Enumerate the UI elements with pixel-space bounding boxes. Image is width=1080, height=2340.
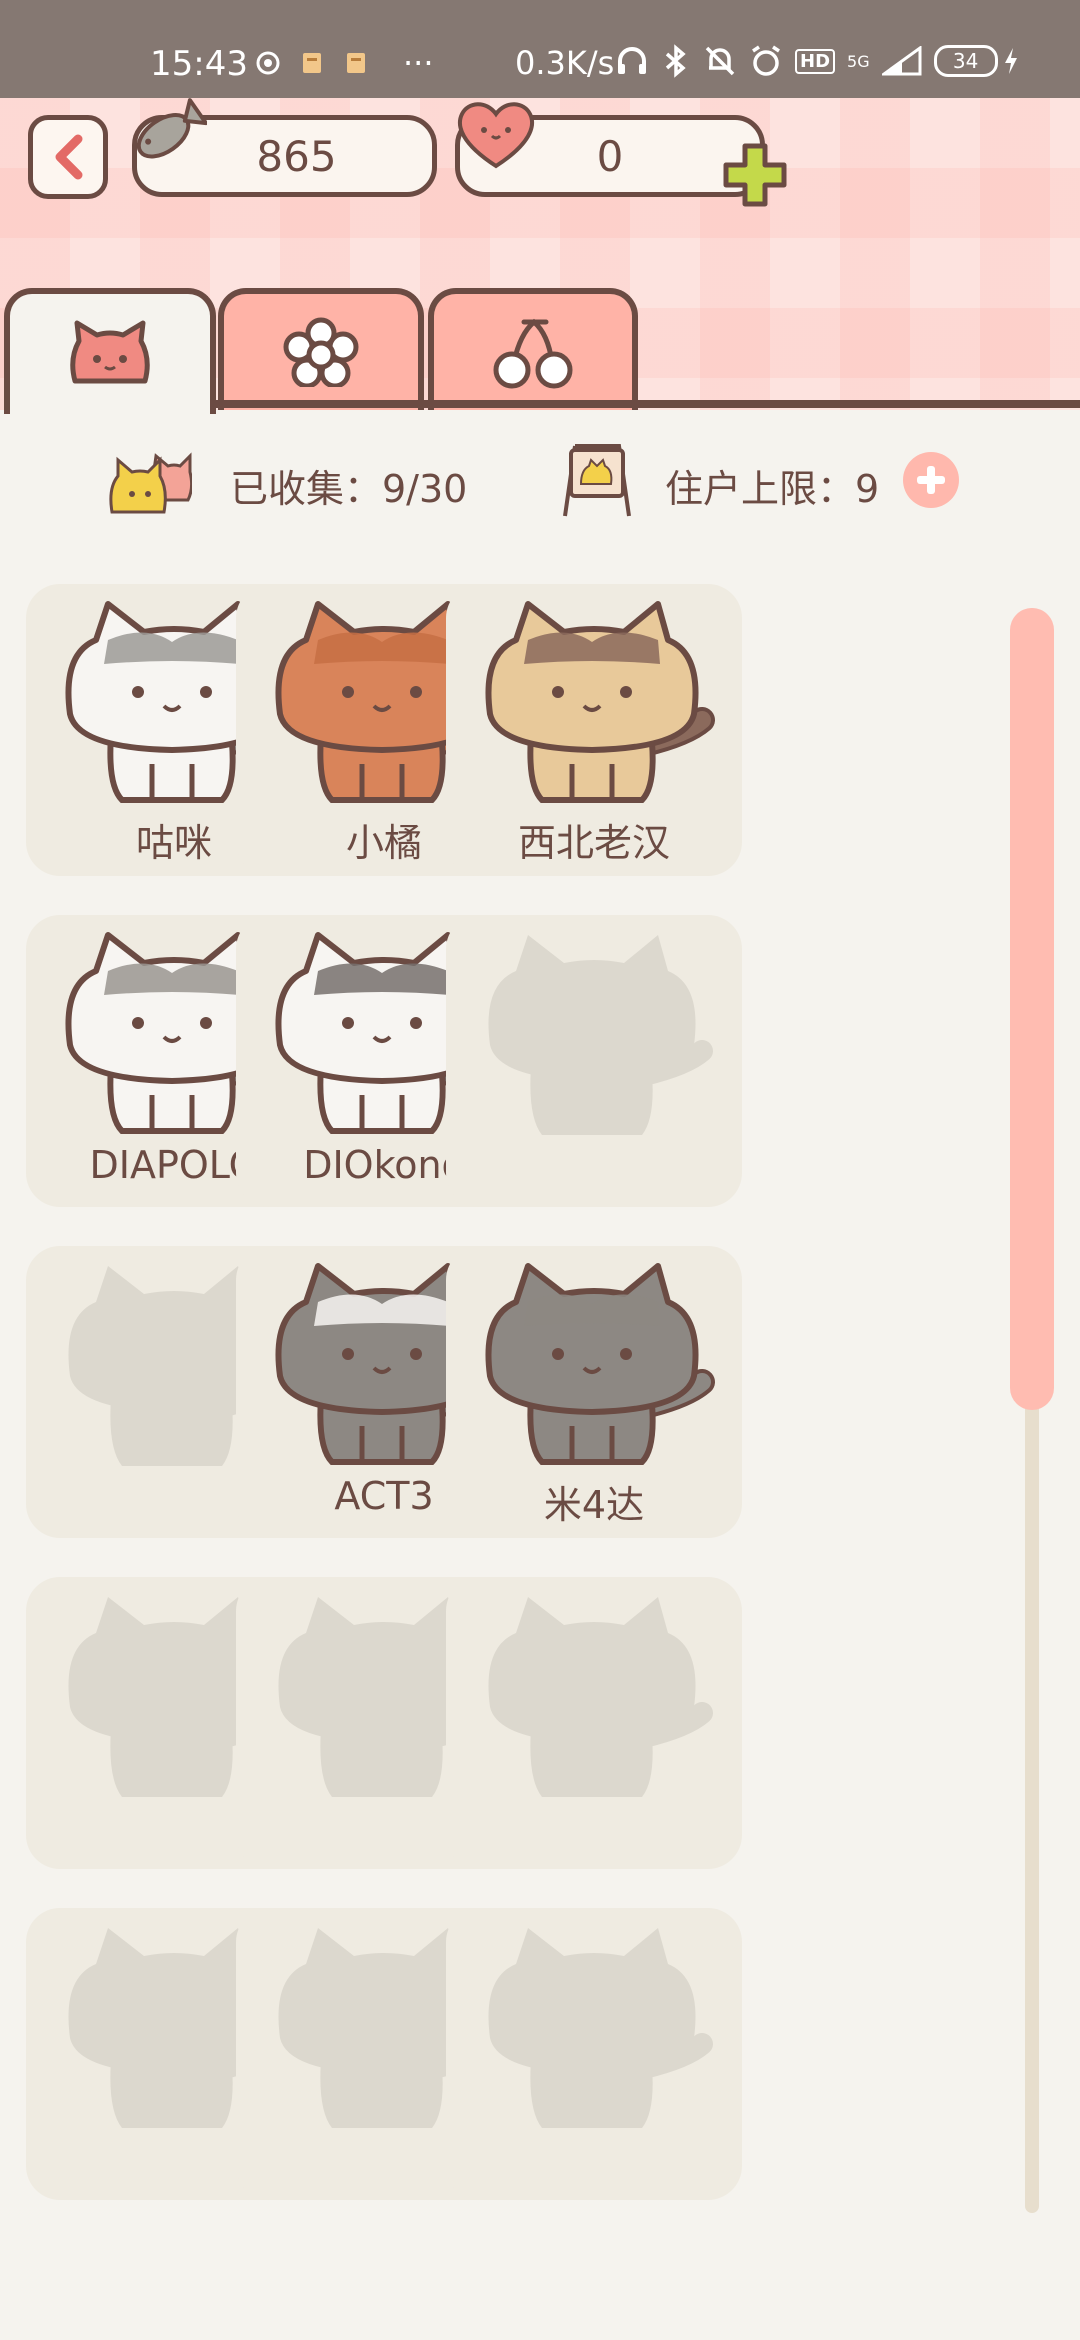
- heart-icon: [457, 102, 535, 169]
- cat-face-icon: [70, 320, 150, 384]
- cat-icon: [485, 1263, 715, 1465]
- tab-fruit[interactable]: [428, 288, 638, 410]
- cat-card[interactable]: [446, 1908, 742, 2200]
- status-time: 15:43: [150, 44, 248, 84]
- battery-level: 34: [952, 49, 979, 73]
- scrollbar-thumb[interactable]: [1010, 608, 1054, 1410]
- card-notification-icon-2: [347, 53, 365, 73]
- cat-name: 西北老汉: [517, 821, 670, 865]
- add-hearts-button[interactable]: [720, 140, 790, 210]
- stats-row: 已收集：9/30 住户上限：9: [0, 440, 1080, 520]
- mute-icon: [705, 46, 735, 76]
- collected-count: 已收集：9/30: [230, 467, 468, 511]
- tab-cats[interactable]: [4, 288, 216, 414]
- cat-name: 米4达: [543, 1483, 645, 1527]
- cat-icon: [485, 601, 715, 803]
- cat-card[interactable]: [446, 1577, 742, 1869]
- heart-count: 0: [596, 131, 624, 181]
- cat-card[interactable]: 西北老汉: [446, 584, 742, 876]
- status-icons-left: ···: [255, 44, 434, 82]
- alarm-icon: [752, 45, 780, 76]
- residence-sign-icon: [563, 444, 631, 517]
- plus-icon: [917, 466, 945, 494]
- locked-cat-silhouette: [488, 1597, 713, 1797]
- flower-icon: [283, 317, 359, 387]
- back-button[interactable]: [28, 115, 108, 199]
- battery-icon: 34: [933, 45, 998, 77]
- locked-cat-silhouette: [488, 935, 713, 1135]
- status-bar: 15:43 ··· 0.3K/s HD 5G 34: [0, 0, 1080, 98]
- locked-cat-silhouette: [488, 1928, 713, 2128]
- battery-indicator: 34: [933, 45, 1020, 77]
- fish-count: 865: [256, 131, 337, 181]
- resident-limit: 住户上限：9: [665, 467, 880, 511]
- status-more-dots: ···: [403, 44, 434, 82]
- signal-icon: [881, 46, 922, 76]
- fish-icon: [136, 98, 207, 159]
- bluetooth-off-icon: [665, 44, 686, 78]
- status-icons-right: HD 5G 34: [615, 44, 1020, 78]
- app-notification-icon: [256, 51, 280, 75]
- chevron-left-icon: [55, 134, 83, 180]
- hd-badge: HD: [795, 48, 836, 74]
- network-speed: 0.3K/s: [515, 44, 615, 82]
- collected-cats-icon: [109, 452, 192, 514]
- headphones-icon: [618, 47, 646, 74]
- network-label: 5G: [847, 51, 870, 71]
- cat-card[interactable]: 米4达: [446, 1246, 742, 1538]
- charging-icon: [1004, 48, 1017, 74]
- cherry-icon: [493, 318, 573, 389]
- tab-divider: [210, 400, 1080, 408]
- card-notification-icon: [303, 53, 321, 73]
- category-tabs: [0, 288, 1080, 414]
- increase-limit-button[interactable]: [903, 452, 959, 508]
- cat-card[interactable]: [446, 915, 742, 1207]
- tab-flowers[interactable]: [218, 288, 424, 410]
